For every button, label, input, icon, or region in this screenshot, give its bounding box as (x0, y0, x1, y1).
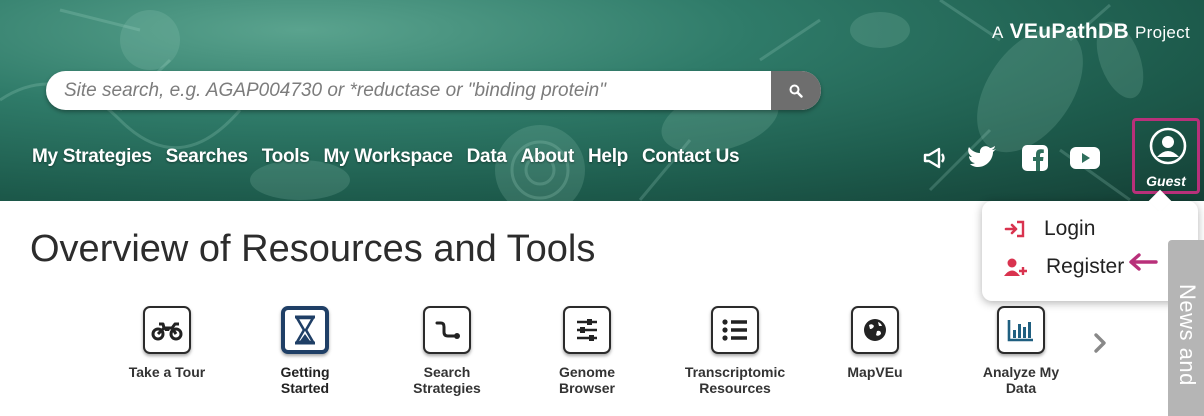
bar-chart-icon (997, 306, 1045, 354)
sign-in-icon (1004, 220, 1025, 238)
nav-help[interactable]: Help (588, 146, 628, 168)
nav-contact-us[interactable]: Contact Us (642, 146, 740, 168)
news-and-tweets-tab[interactable]: News and (1168, 240, 1204, 416)
highlight-arrow-icon (1129, 253, 1158, 271)
nav-tools[interactable]: Tools (262, 146, 310, 168)
tools-carousel: Take a Tour Getting Started Search Strat… (0, 306, 1180, 416)
register-menu-item[interactable]: Register (1004, 255, 1124, 279)
tool-label: Take a Tour (128, 364, 206, 380)
sliders-icon (563, 306, 611, 354)
main-nav: My Strategies Searches Tools My Workspac… (32, 146, 753, 168)
tool-label: Genome Browser (558, 364, 616, 396)
tool-label: Transcriptomic Resources (684, 364, 786, 396)
youtube-icon (1070, 147, 1100, 169)
nav-searches[interactable]: Searches (166, 146, 248, 168)
facebook-link[interactable] (1020, 144, 1050, 172)
register-label: Register (1046, 255, 1125, 278)
search-icon (789, 84, 803, 98)
tool-genome-browser[interactable]: Genome Browser (512, 306, 662, 396)
youtube-link[interactable] (1068, 144, 1102, 172)
site-search (46, 71, 821, 110)
brand-suffix: Project (1134, 23, 1190, 42)
user-plus-icon (1004, 258, 1027, 276)
tool-transcriptomic-resources[interactable]: Transcriptomic Resources (660, 306, 810, 396)
carousel-next-icon[interactable] (1092, 332, 1108, 354)
user-dropdown-menu: Login Register (982, 201, 1198, 301)
tool-search-strategies[interactable]: Search Strategies (372, 306, 522, 396)
tool-label: MapVEu (847, 364, 903, 380)
megaphone-icon (923, 147, 945, 169)
tool-getting-started[interactable]: Getting Started (230, 306, 380, 396)
user-menu-button[interactable]: Guest (1132, 118, 1200, 194)
twitter-link[interactable] (966, 144, 1000, 172)
motorcycle-icon (143, 306, 191, 354)
strategy-icon (423, 306, 471, 354)
nav-my-workspace[interactable]: My Workspace (324, 146, 453, 168)
user-label: Guest (1146, 173, 1186, 189)
tool-analyze-my-data[interactable]: Analyze My Data (946, 306, 1096, 396)
user-circle-icon (1149, 127, 1187, 165)
nav-data[interactable]: Data (467, 146, 507, 168)
search-input[interactable] (64, 71, 764, 110)
site-header: A VEuPathDB Project My Strategies Searches… (0, 0, 1204, 201)
tool-label: Analyze My Data (982, 364, 1060, 396)
login-label: Login (1044, 217, 1096, 240)
news-tab-label: News and (1175, 284, 1200, 386)
twitter-icon (968, 146, 996, 167)
brand-name: VEuPathDB (1009, 20, 1129, 43)
hourglass-icon (281, 306, 329, 354)
tool-label: Getting Started (280, 364, 330, 396)
tool-take-a-tour[interactable]: Take a Tour (92, 306, 242, 380)
brand-logo[interactable]: A VEuPathDB Project (992, 20, 1190, 44)
announcements-link[interactable] (920, 144, 950, 172)
nav-about[interactable]: About (521, 146, 575, 168)
page-title: Overview of Resources and Tools (30, 228, 596, 270)
brand-prefix: A (991, 23, 1004, 42)
nav-my-strategies[interactable]: My Strategies (32, 146, 152, 168)
globe-icon (851, 306, 899, 354)
login-menu-item[interactable]: Login (1004, 217, 1095, 241)
tool-mapveu[interactable]: MapVEu (800, 306, 950, 380)
search-button[interactable] (771, 71, 821, 110)
facebook-icon (1022, 145, 1048, 171)
list-icon (711, 306, 759, 354)
tool-label: Search Strategies (413, 364, 481, 396)
